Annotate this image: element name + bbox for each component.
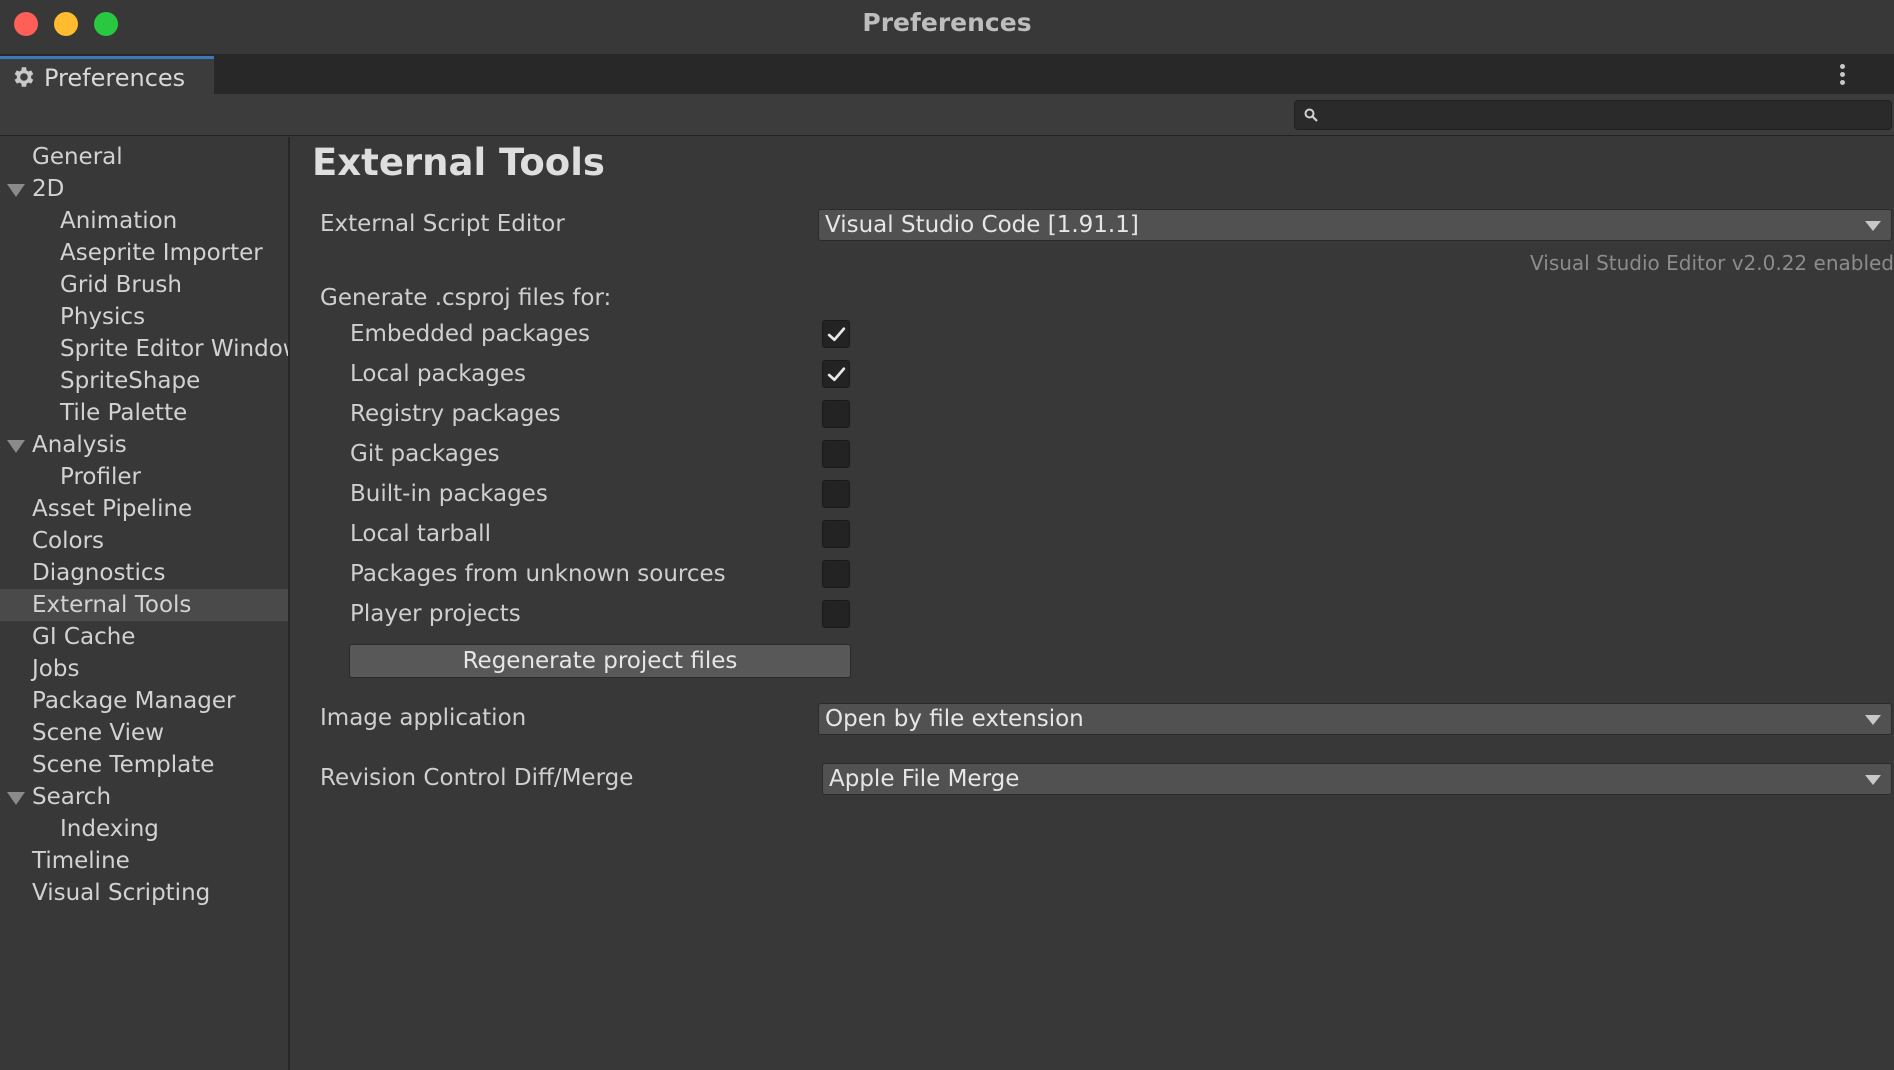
sidebar-item-analysis[interactable]: Analysis: [0, 429, 288, 461]
local-tarball-checkbox[interactable]: [822, 520, 850, 548]
sidebar-item-label: Aseprite Importer: [60, 240, 263, 266]
editor-status-hint: Visual Studio Editor v2.0.22 enabled: [1530, 251, 1894, 275]
sidebar-item-animation[interactable]: Animation: [0, 205, 288, 237]
external-tools-panel: External Tools External Script Editor Vi…: [292, 137, 1894, 1070]
git-packages-checkbox[interactable]: [822, 440, 850, 468]
sidebar-item-label: Grid Brush: [60, 272, 182, 298]
registry-packages-label: Registry packages: [350, 401, 561, 427]
sidebar-item-label: Timeline: [32, 848, 130, 874]
sidebar-item-general[interactable]: General: [0, 141, 288, 173]
sidebar-item-label: 2D: [32, 176, 65, 202]
more-options-icon[interactable]: [1838, 64, 1846, 86]
sidebar-item-grid-brush[interactable]: Grid Brush: [0, 269, 288, 301]
sidebar-item-label: Visual Scripting: [32, 880, 211, 906]
sidebar-item-label: Search: [32, 784, 112, 810]
sidebar-item-external-tools[interactable]: External Tools: [0, 589, 288, 621]
sidebar-item-sprite-editor-window[interactable]: Sprite Editor Window: [0, 333, 288, 365]
sidebar-item-label: Analysis: [32, 432, 127, 458]
sidebar-item-indexing[interactable]: Indexing: [0, 813, 288, 845]
built-in-packages-label: Built-in packages: [350, 481, 548, 507]
search-field[interactable]: [1294, 100, 1892, 130]
sidebar-item-label: Scene View: [32, 720, 165, 746]
external-script-editor-dropdown[interactable]: Visual Studio Code [1.91.1]: [818, 209, 1892, 241]
sidebar-item-package-manager[interactable]: Package Manager: [0, 685, 288, 717]
title-bar[interactable]: Preferences: [0, 0, 1894, 54]
local-packages-checkbox[interactable]: [822, 360, 850, 388]
sidebar-item-label: Tile Palette: [60, 400, 188, 426]
sidebar-item-label: Scene Template: [32, 752, 215, 778]
sidebar-item-scene-view[interactable]: Scene View: [0, 717, 288, 749]
embedded-packages-label: Embedded packages: [350, 321, 591, 347]
chevron-down-icon: [1865, 775, 1881, 785]
sidebar-item-2d[interactable]: 2D: [0, 173, 288, 205]
sidebar-item-label: Sprite Editor Window: [60, 336, 288, 362]
diff-merge-value: Apple File Merge: [829, 766, 1020, 792]
sidebar-item-visual-scripting[interactable]: Visual Scripting: [0, 877, 288, 909]
gear-icon: [14, 67, 34, 87]
sidebar-item-colors[interactable]: Colors: [0, 525, 288, 557]
diff-merge-label: Revision Control Diff/Merge: [320, 765, 634, 791]
diff-merge-dropdown[interactable]: Apple File Merge: [822, 763, 1892, 795]
expand-arrow-icon[interactable]: [7, 792, 25, 805]
sidebar-item-label: Colors: [32, 528, 105, 554]
sidebar-item-search[interactable]: Search: [0, 781, 288, 813]
sidebar-item-gi-cache[interactable]: GI Cache: [0, 621, 288, 653]
packages-from-unknown-sources-label: Packages from unknown sources: [350, 561, 726, 587]
page-title: External Tools: [312, 141, 605, 184]
sidebar-item-label: Diagnostics: [32, 560, 166, 586]
registry-packages-checkbox[interactable]: [822, 400, 850, 428]
window-title: Preferences: [862, 8, 1032, 37]
sidebar-item-spriteshape[interactable]: SpriteShape: [0, 365, 288, 397]
sidebar-item-jobs[interactable]: Jobs: [0, 653, 288, 685]
sidebar-item-tile-palette[interactable]: Tile Palette: [0, 397, 288, 429]
regenerate-project-files-button[interactable]: Regenerate project files: [349, 644, 851, 678]
sidebar-item-physics[interactable]: Physics: [0, 301, 288, 333]
image-application-label: Image application: [320, 705, 527, 731]
sidebar-item-label: Asset Pipeline: [32, 496, 193, 522]
player-projects-label: Player projects: [350, 601, 521, 627]
sidebar-item-label: Package Manager: [32, 688, 236, 714]
sidebar-item-scene-template[interactable]: Scene Template: [0, 749, 288, 781]
image-application-value: Open by file extension: [825, 706, 1084, 732]
git-packages-label: Git packages: [350, 441, 500, 467]
sidebar-item-label: Physics: [60, 304, 146, 330]
expand-arrow-icon[interactable]: [7, 440, 25, 453]
external-script-editor-label: External Script Editor: [320, 211, 565, 237]
sidebar-item-asset-pipeline[interactable]: Asset Pipeline: [0, 493, 288, 525]
player-projects-checkbox[interactable]: [822, 600, 850, 628]
tab-preferences[interactable]: Preferences: [0, 56, 214, 94]
sidebar-item-timeline[interactable]: Timeline: [0, 845, 288, 877]
sidebar-item-label: GI Cache: [32, 624, 136, 650]
sidebar-item-label: Jobs: [32, 656, 80, 682]
external-script-editor-value: Visual Studio Code [1.91.1]: [825, 212, 1139, 238]
sidebar-item-diagnostics[interactable]: Diagnostics: [0, 557, 288, 589]
chevron-down-icon: [1865, 221, 1881, 231]
chevron-down-icon: [1865, 715, 1881, 725]
built-in-packages-checkbox[interactable]: [822, 480, 850, 508]
local-packages-label: Local packages: [350, 361, 527, 387]
checkmark-icon: [827, 367, 846, 382]
preferences-window: Preferences Preferences General 2D Animati…: [0, 0, 1894, 1070]
sidebar-item-label: Animation: [60, 208, 178, 234]
expand-arrow-icon[interactable]: [7, 184, 25, 197]
embedded-packages-checkbox[interactable]: [822, 320, 850, 348]
csproj-heading: Generate .csproj files for:: [320, 285, 612, 311]
checkmark-icon: [827, 327, 846, 342]
sidebar-item-label: External Tools: [32, 592, 192, 618]
sidebar-item-profiler[interactable]: Profiler: [0, 461, 288, 493]
sidebar-item-label: SpriteShape: [60, 368, 201, 394]
sidebar-item-label: Indexing: [60, 816, 159, 842]
image-application-dropdown[interactable]: Open by file extension: [818, 703, 1892, 735]
local-tarball-label: Local tarball: [350, 521, 491, 547]
sidebar-item-aseprite-importer[interactable]: Aseprite Importer: [0, 237, 288, 269]
search-input[interactable]: [1325, 103, 1885, 127]
sidebar-item-label: Profiler: [60, 464, 141, 490]
tab-strip: Preferences: [0, 54, 1894, 94]
preferences-sidebar: General 2D Animation Aseprite Importer Grid …: [0, 137, 290, 1070]
tab-label: Preferences: [44, 64, 186, 92]
search-icon: [1304, 108, 1318, 122]
sidebar-item-label: General: [32, 144, 123, 170]
packages-from-unknown-sources-checkbox[interactable]: [822, 560, 850, 588]
toolbar: [0, 94, 1894, 136]
